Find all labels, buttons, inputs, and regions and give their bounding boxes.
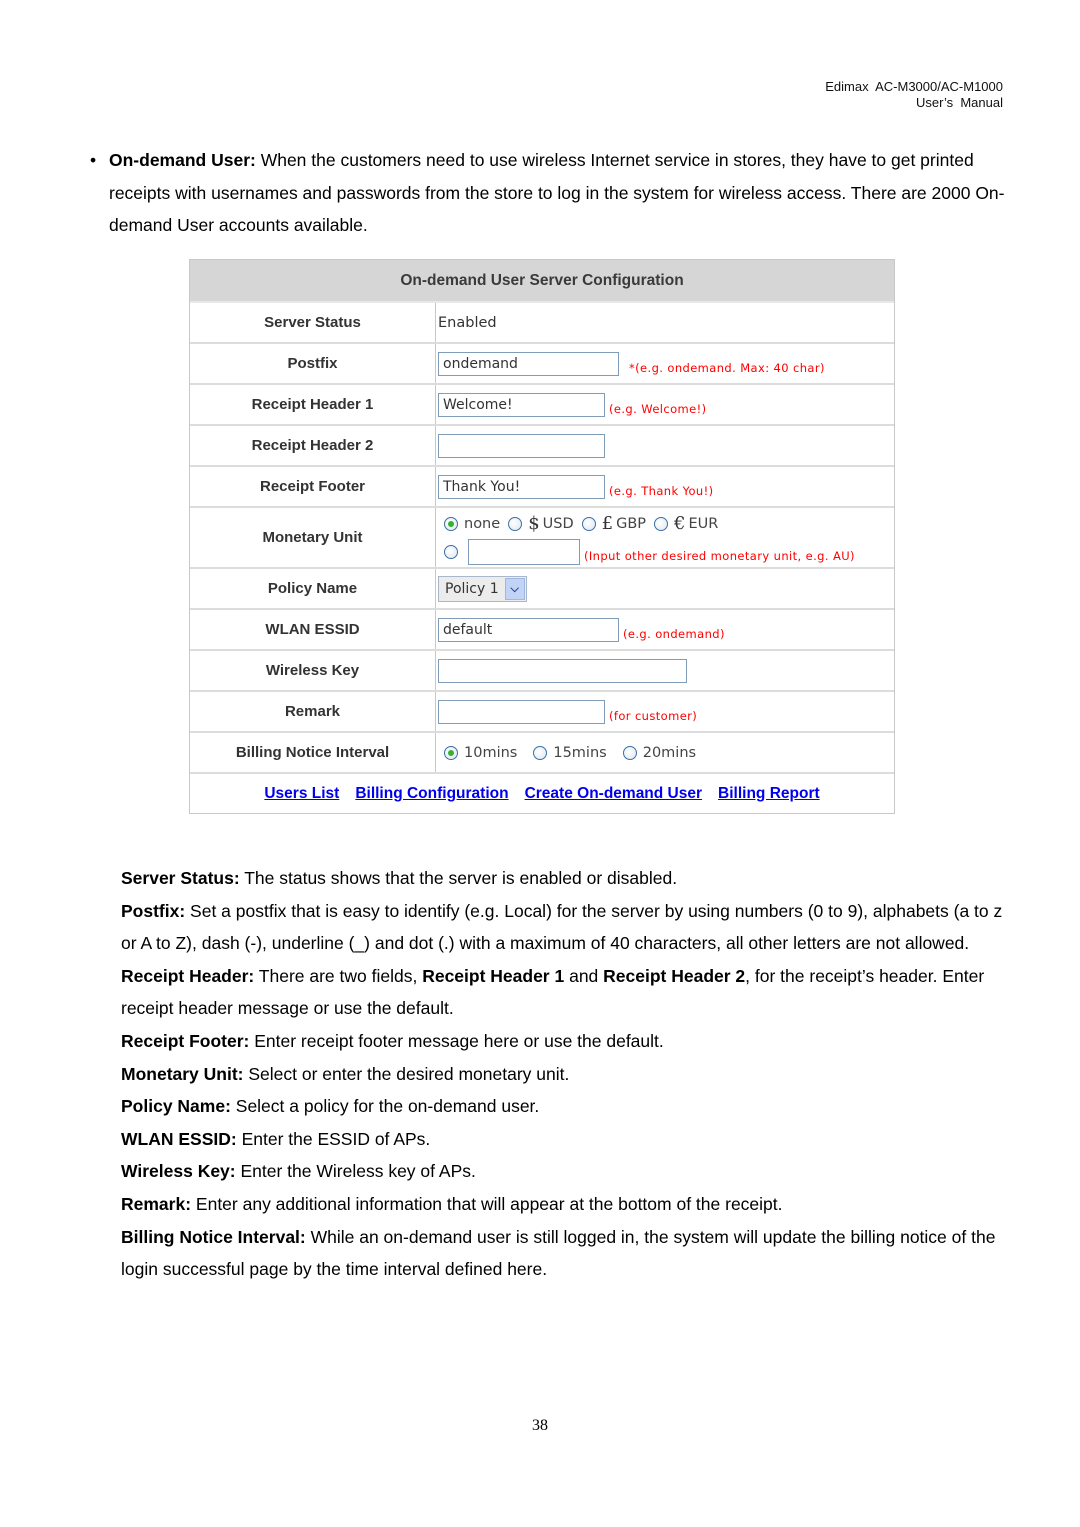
monetary-unit-label: Monetary Unit: [190, 508, 436, 567]
panel-title: On-demand User Server Configuration: [190, 260, 894, 303]
receipt-header-2-label: Receipt Header 2: [190, 426, 436, 465]
radio-none[interactable]: [444, 516, 458, 531]
radio-10mins[interactable]: [444, 745, 458, 760]
desc-wlan-essid: WLAN ESSID: Enter the ESSID of APs.: [121, 1128, 431, 1149]
postfix-label: Postfix: [190, 344, 436, 383]
row-server-status: Server Status Enabled: [190, 303, 894, 344]
wireless-key-input[interactable]: [438, 658, 687, 683]
create-on-demand-user-link[interactable]: Create On-demand User: [525, 785, 702, 803]
other-unit-input[interactable]: [468, 538, 580, 565]
radio-usd[interactable]: [508, 516, 523, 531]
page-number: 38: [532, 1417, 548, 1434]
bullet-icon: •: [90, 150, 97, 170]
row-wlan-essid: WLAN ESSID (e.g. ondemand): [190, 610, 894, 651]
interval-option-20[interactable]: 20mins: [622, 745, 704, 761]
server-status-value: Enabled: [438, 314, 497, 331]
other-unit-hint: (Input other desired monetary unit, e.g.…: [584, 548, 855, 563]
intro-term: On-demand User:: [109, 150, 256, 170]
desc-wireless-key: Wireless Key: Enter the Wireless key of …: [121, 1161, 476, 1182]
desc-monetary-unit: Monetary Unit: Select or enter the desir…: [121, 1063, 570, 1084]
desc-receipt-header: Receipt Header: There are two fields, Re…: [121, 965, 985, 1019]
row-receipt-header-2: Receipt Header 2: [190, 426, 894, 467]
monetary-option-gbp[interactable]: £ GBP: [581, 513, 654, 534]
intro-paragraph: • On-demand User: When the customers nee…: [90, 144, 1010, 242]
row-wireless-key: Wireless Key: [190, 651, 894, 692]
desc-policy-name: Policy Name: Select a policy for the on-…: [121, 1096, 540, 1117]
remark-hint: (for customer): [609, 708, 698, 723]
pound-icon: £: [601, 513, 614, 534]
chevron-down-icon[interactable]: ⌵: [504, 577, 525, 600]
row-remark: Remark (for customer): [190, 692, 894, 733]
dollar-icon: $: [528, 513, 540, 534]
row-billing-notice-interval: Billing Notice Interval 10mins 15mins 20…: [190, 733, 894, 774]
interval-option-10[interactable]: 10mins: [444, 745, 533, 761]
desc-postfix: Postfix: Set a postfix that is easy to i…: [121, 900, 1003, 954]
monetary-option-none[interactable]: none: [444, 516, 508, 532]
desc-remark: Remark: Enter any additional information…: [121, 1193, 783, 1214]
radio-gbp[interactable]: [581, 516, 596, 531]
wlan-essid-input[interactable]: [438, 617, 619, 642]
desc-receipt-footer: Receipt Footer: Enter receipt footer mes…: [121, 1030, 664, 1051]
row-postfix: Postfix *(e.g. ondemand. Max: 40 char): [190, 344, 894, 385]
policy-selected-value: Policy 1: [445, 580, 499, 597]
monetary-option-usd[interactable]: $ USD: [508, 513, 581, 534]
radio-20mins[interactable]: [622, 745, 637, 760]
policy-select[interactable]: Policy 1 ⌵: [438, 575, 527, 602]
interval-option-15[interactable]: 15mins: [533, 745, 622, 761]
header-product: Edimax AC-M3000/AC-M1000: [825, 79, 1003, 94]
server-config-panel: On-demand User Server Configuration Serv…: [189, 259, 895, 814]
wireless-key-label: Wireless Key: [190, 651, 436, 690]
monetary-option-eur[interactable]: € EUR: [654, 513, 726, 534]
desc-server-status: Server Status: The status shows that the…: [121, 868, 678, 888]
config-links: Users List Billing Configuration Create …: [190, 774, 894, 813]
field-descriptions: Server Status: The status shows that the…: [121, 862, 1011, 1286]
row-monetary-unit: Monetary Unit none $ USD £ GBP € EUR (In…: [190, 508, 894, 569]
receipt-footer-hint: (e.g. Thank You!): [609, 483, 714, 498]
server-status-label: Server Status: [190, 303, 436, 342]
euro-icon: €: [674, 513, 686, 534]
policy-name-label: Policy Name: [190, 569, 436, 608]
radio-other-unit[interactable]: [444, 544, 458, 559]
receipt-footer-input[interactable]: [438, 474, 605, 499]
page-header: Edimax AC-M3000/AC-M1000 User’s Manual: [825, 79, 1003, 111]
desc-billing-notice-interval: Billing Notice Interval: While an on-dem…: [121, 1226, 996, 1280]
postfix-input[interactable]: [438, 351, 619, 376]
billing-report-link[interactable]: Billing Report: [718, 785, 820, 803]
postfix-hint: *(e.g. ondemand. Max: 40 char): [629, 360, 825, 375]
billing-configuration-link[interactable]: Billing Configuration: [355, 785, 508, 803]
radio-15mins[interactable]: [533, 745, 548, 760]
remark-label: Remark: [190, 692, 436, 731]
receipt-header-1-hint: (e.g. Welcome!): [609, 401, 707, 416]
radio-eur[interactable]: [654, 516, 669, 531]
header-manual: User’s Manual: [916, 95, 1003, 110]
receipt-header-1-label: Receipt Header 1: [190, 385, 436, 424]
wlan-essid-hint: (e.g. ondemand): [623, 626, 725, 641]
receipt-footer-label: Receipt Footer: [190, 467, 436, 506]
remark-input[interactable]: [438, 699, 605, 724]
receipt-header-1-input[interactable]: [438, 392, 605, 417]
receipt-header-2-input[interactable]: [438, 433, 605, 458]
users-list-link[interactable]: Users List: [264, 785, 339, 803]
wlan-essid-label: WLAN ESSID: [190, 610, 436, 649]
billing-notice-interval-label: Billing Notice Interval: [190, 733, 436, 772]
row-receipt-header-1: Receipt Header 1 (e.g. Welcome!): [190, 385, 894, 426]
row-policy-name: Policy Name Policy 1 ⌵: [190, 569, 894, 610]
row-receipt-footer: Receipt Footer (e.g. Thank You!): [190, 467, 894, 508]
